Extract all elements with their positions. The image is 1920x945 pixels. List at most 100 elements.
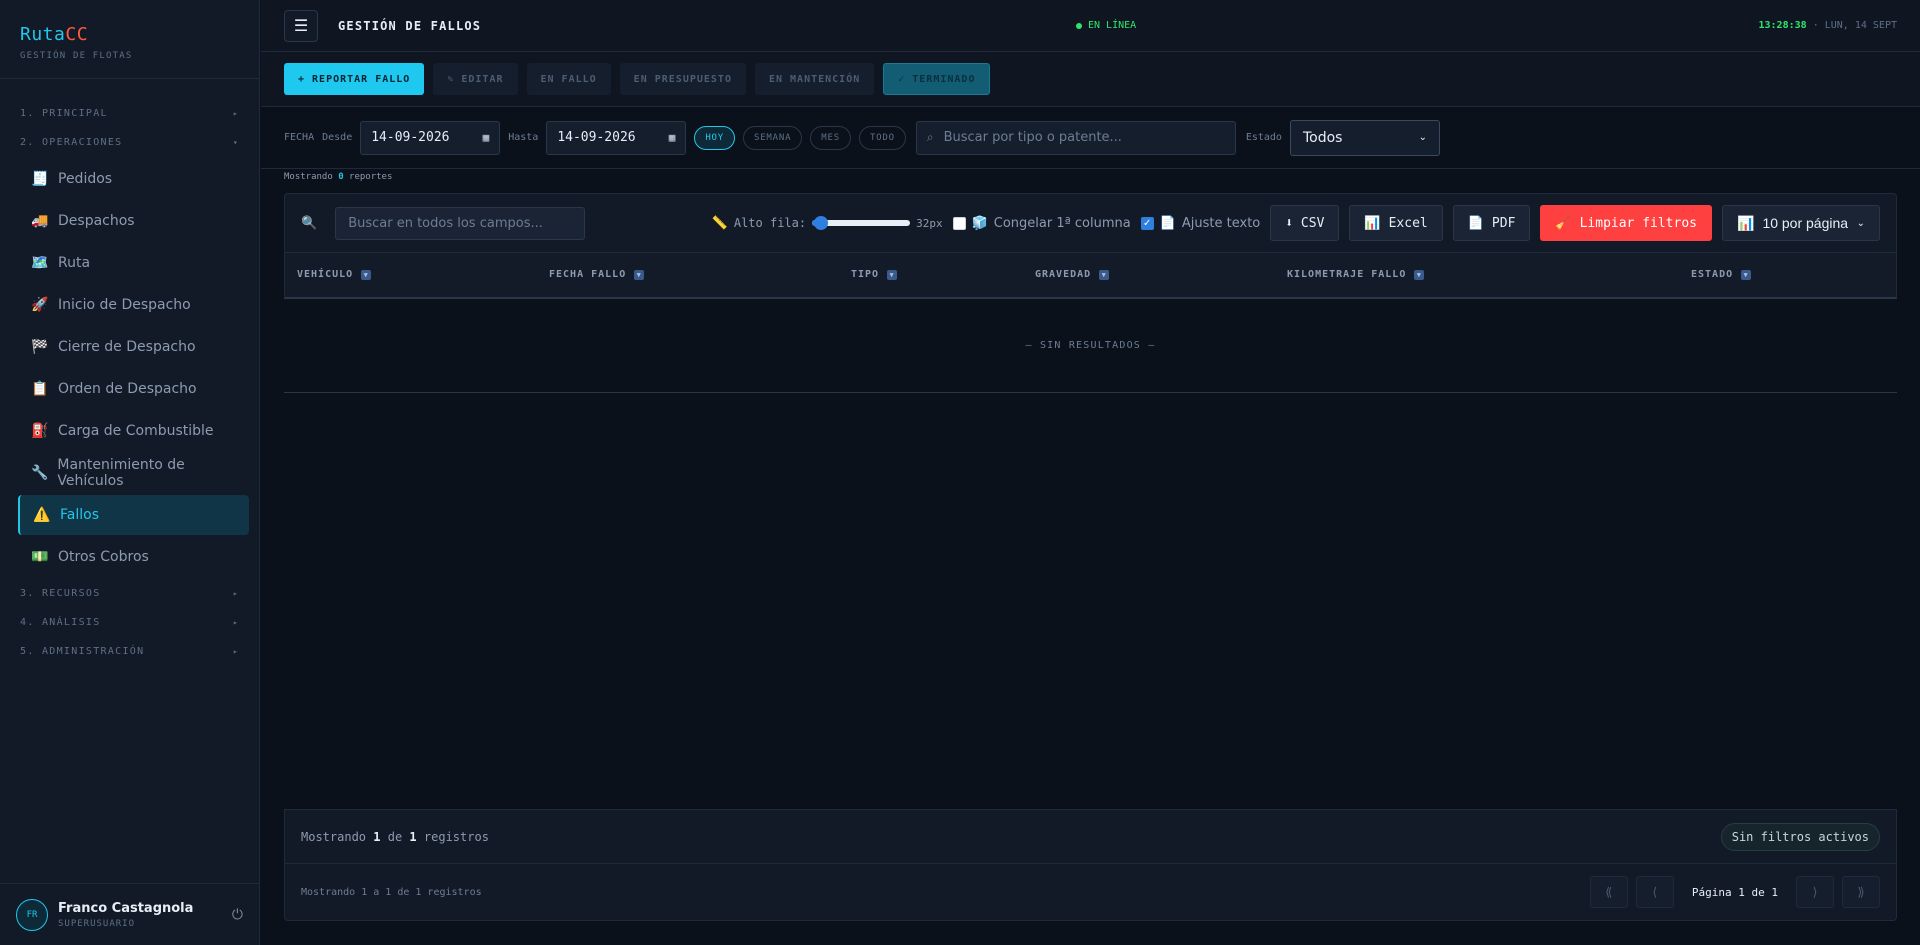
sidebar-item-mantenimiento[interactable]: 🔧 Mantenimiento de Vehículos <box>18 453 249 493</box>
avatar[interactable]: FR <box>16 898 48 931</box>
freeze-checkbox[interactable] <box>952 216 966 230</box>
sidebar-item-label: Orden de Despacho <box>58 381 197 397</box>
column-fecha-fallo[interactable]: FECHA FALLO ▼ <box>549 269 645 280</box>
from-date-field[interactable]: 14-09-2026 ▦ <box>360 120 501 155</box>
per-page-select[interactable]: 📊 10 por página ⌄ <box>1722 205 1880 241</box>
status-text: EN LÍNEA <box>1088 20 1137 31</box>
sidebar-item-orden-despacho[interactable]: 📋 Orden de Despacho <box>18 369 249 409</box>
status-terminado-button[interactable]: ✓ TERMINADO <box>883 63 991 95</box>
sidebar-item-carga-combustible[interactable]: ⛽ Carga de Combustible <box>18 411 249 451</box>
pdf-icon: 📄 <box>1467 215 1484 231</box>
sidebar-item-label: Pedidos <box>58 171 113 187</box>
brand-name-accent: CC <box>65 24 89 45</box>
filter-icon[interactable]: ▼ <box>1741 269 1752 280</box>
clear-filters-button[interactable]: 🧹 Limpiar filtros <box>1540 205 1712 241</box>
warning-icon: ⚠️ <box>33 507 51 523</box>
user-name: Franco Castagnola <box>58 900 194 916</box>
export-csv-button[interactable]: ⬇ CSV <box>1270 205 1340 241</box>
results-number: 0 <box>338 172 344 182</box>
grid-search-placeholder: Buscar en todos los campos... <box>348 215 543 231</box>
wrap-checkbox[interactable]: ✓ <box>1140 216 1154 230</box>
column-label: FECHA FALLO <box>549 269 627 280</box>
estado-select[interactable]: Todos ⌄ <box>1289 119 1440 156</box>
chevron-down-icon: ⌄ <box>1856 217 1865 229</box>
brand-logo[interactable]: RutaCC <box>20 24 239 45</box>
to-date-field[interactable]: 14-09-2026 ▦ <box>546 120 687 155</box>
results-count: Mostrando 0 reportes <box>284 172 392 182</box>
sidebar-item-otros-cobros[interactable]: 💵 Otros Cobros <box>18 537 249 577</box>
preset-hoy[interactable]: HOY <box>694 125 735 150</box>
filter-icon[interactable]: ▼ <box>887 269 898 280</box>
menu-icon[interactable]: ☰ <box>284 9 318 42</box>
sidebar-item-label: Ruta <box>58 255 91 271</box>
truck-icon: 🚚 <box>31 213 49 229</box>
sidebar-item-label: Despachos <box>58 213 135 229</box>
first-page-icon[interactable]: ⟪ <box>1589 876 1628 908</box>
status-en-fallo-button[interactable]: EN FALLO <box>526 63 611 95</box>
edit-button[interactable]: ✎ EDITAR <box>433 63 518 95</box>
nav-section-recursos[interactable]: 3. RECURSOS ▸ <box>0 579 259 608</box>
search-input[interactable]: ⌕ Buscar por tipo o patente... <box>915 120 1236 155</box>
filter-icon[interactable]: ▼ <box>1099 269 1110 280</box>
nav-section-principal[interactable]: 1. PRINCIPAL ▸ <box>0 99 259 128</box>
spreadsheet-icon: 📊 <box>1364 215 1381 231</box>
table-header: VEHÍCULO ▼ FECHA FALLO ▼ TIPO ▼ GRAVEDAD ▼ K… <box>284 253 1897 299</box>
column-gravedad[interactable]: GRAVEDAD ▼ <box>1035 269 1110 280</box>
export-pdf-button[interactable]: 📄 PDF <box>1452 205 1531 241</box>
ruler-icon: 📏 <box>711 215 728 231</box>
grid-summary: Mostrando 1 de 1 registros Sin filtros a… <box>284 809 1897 864</box>
sidebar-item-pedidos[interactable]: 🧾 Pedidos <box>18 159 249 199</box>
sidebar-item-fallos[interactable]: ⚠️ Fallos <box>18 495 249 535</box>
export-excel-button[interactable]: 📊 Excel <box>1349 205 1443 241</box>
nav-section-analisis[interactable]: 4. ANÁLISIS ▸ <box>0 608 259 637</box>
status-en-mantencion-button[interactable]: EN MANTENCIÓN <box>754 63 875 95</box>
column-kilometraje[interactable]: KILOMETRAJE FALLO ▼ <box>1287 269 1425 280</box>
page-label: Página 1 de 1 <box>1691 885 1778 899</box>
nav-section-administracion[interactable]: 5. ADMINISTRACIÓN ▸ <box>0 637 259 666</box>
chart-icon: 📊 <box>1737 214 1755 231</box>
filter-icon[interactable]: ▼ <box>1414 269 1425 280</box>
calendar-icon[interactable]: ▦ <box>669 131 676 144</box>
freeze-label: Congelar 1ª columna <box>993 215 1131 231</box>
sidebar-item-label: Cierre de Despacho <box>58 339 196 355</box>
column-estado[interactable]: ESTADO ▼ <box>1691 269 1752 280</box>
sidebar-item-cierre-despacho[interactable]: 🏁 Cierre de Despacho <box>18 327 249 367</box>
row-height-value: 32px <box>916 216 943 230</box>
checkered-flag-icon: 🏁 <box>31 339 49 355</box>
nav-section-operaciones[interactable]: 2. OPERACIONES ▾ <box>0 128 259 157</box>
sidebar-item-label: Otros Cobros <box>58 549 149 565</box>
page-title: GESTIÓN DE FALLOS <box>338 18 482 33</box>
report-fault-button[interactable]: + REPORTAR FALLO <box>284 63 425 95</box>
freeze-column-toggle[interactable]: 🧊 Congelar 1ª columna <box>952 215 1131 231</box>
last-page-icon[interactable]: ⟫ <box>1842 876 1880 908</box>
row-height-slider[interactable] <box>812 216 911 230</box>
slider-handle[interactable] <box>814 216 829 230</box>
nav-section-label: 4. ANÁLISIS <box>20 617 101 628</box>
sidebar-item-inicio-despacho[interactable]: 🚀 Inicio de Despacho <box>18 285 249 325</box>
wrap-text-toggle[interactable]: ✓ 📄 Ajuste texto <box>1140 216 1260 231</box>
grid-search-input[interactable]: Buscar en todos los campos... <box>335 206 586 240</box>
map-icon: 🗺️ <box>31 255 49 271</box>
pager: ⟪ ⟨ Página 1 de 1 ⟩ ⟫ <box>1589 876 1880 908</box>
row-height-control: 📏 Alto fila: 32px <box>712 216 943 231</box>
calendar-icon[interactable]: ▦ <box>483 131 490 144</box>
pagination-bar: Mostrando 1 a 1 de 1 registros ⟪ ⟨ Págin… <box>284 864 1897 921</box>
sidebar-item-label: Mantenimiento de Vehículos <box>57 457 185 489</box>
column-tipo[interactable]: TIPO ▼ <box>851 269 898 280</box>
preset-mes[interactable]: MES <box>810 125 851 150</box>
sidebar-item-ruta[interactable]: 🗺️ Ruta <box>18 243 249 283</box>
filter-icon[interactable]: ▼ <box>361 269 372 280</box>
status-en-presupuesto-button[interactable]: EN PRESUPUESTO <box>619 63 746 95</box>
preset-todo[interactable]: TODO <box>858 125 906 150</box>
column-vehiculo[interactable]: VEHÍCULO ▼ <box>297 269 372 280</box>
chevron-down-icon: ▾ <box>232 138 239 147</box>
next-page-icon[interactable]: ⟩ <box>1796 876 1834 908</box>
sidebar-nav: 1. PRINCIPAL ▸ 2. OPERACIONES ▾ 🧾 Pedidos 🚚… <box>0 79 259 666</box>
preset-semana[interactable]: SEMANA <box>742 125 803 150</box>
sidebar-item-despachos[interactable]: 🚚 Despachos <box>18 201 249 241</box>
filter-icon[interactable]: ▼ <box>634 269 645 280</box>
receipt-icon: 🧾 <box>31 171 49 187</box>
power-icon[interactable]: ⏻ <box>232 907 243 923</box>
chevron-right-icon: ▸ <box>232 109 239 118</box>
prev-page-icon[interactable]: ⟨ <box>1635 876 1674 908</box>
